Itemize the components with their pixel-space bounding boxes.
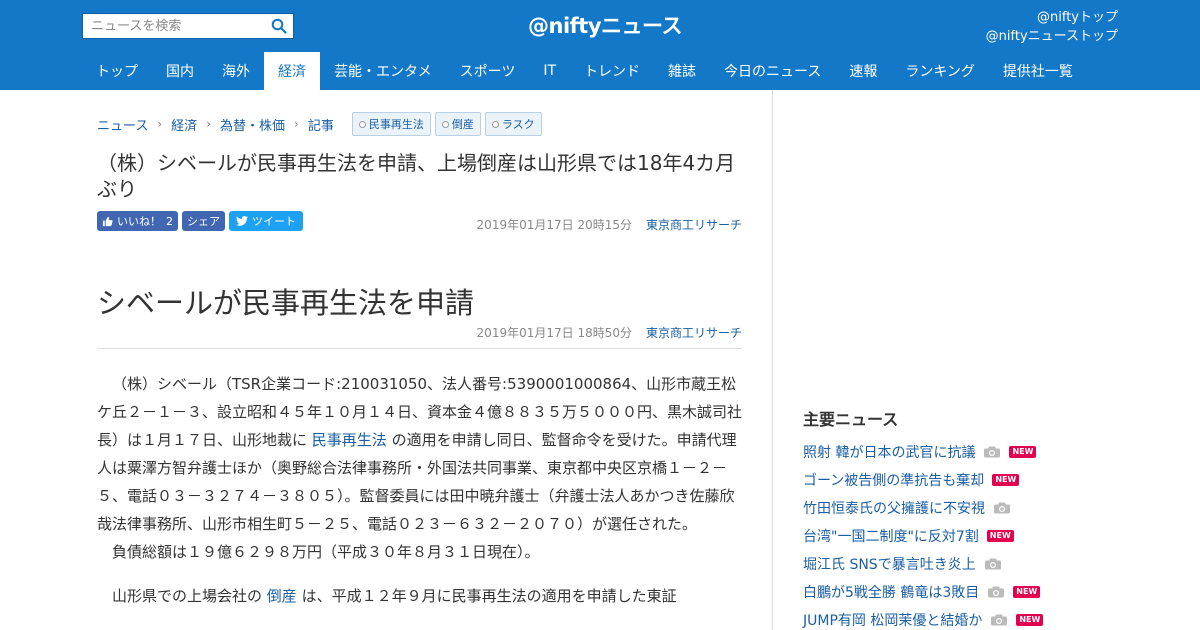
breadcrumb-article[interactable]: 記事	[308, 115, 334, 134]
nav-item-breaking[interactable]: 速報	[835, 52, 891, 90]
news-link[interactable]: 堀江氏 SNSで暴言吐き炎上	[803, 554, 976, 574]
list-item: 台湾"一国二制度"に反対7割 NEW	[803, 522, 1123, 550]
tag-list: 民事再生法 倒産 ラスク	[351, 112, 546, 136]
paragraph-2: 負債総額は１９億６２９８万円（平成３０年８月３１日現在）。	[112, 543, 540, 561]
tag-dot-icon	[441, 120, 449, 128]
news-link[interactable]: 台湾"一国二制度"に反対7割	[803, 526, 979, 546]
new-badge: NEW	[1009, 446, 1037, 458]
camera-icon	[987, 586, 1005, 598]
tag-dot-icon	[358, 120, 366, 128]
publish-date: 2019年01月17日 20時15分	[476, 218, 632, 232]
list-item: ゴーン被告側の準抗告も棄却 NEW	[803, 466, 1123, 494]
sidebar-title: 主要ニュース	[803, 410, 899, 429]
thumbs-up-icon	[102, 216, 113, 226]
civil-rehabilitation-link[interactable]: 民事再生法	[312, 431, 387, 449]
nav-item-entertainment[interactable]: 芸能・エンタメ	[320, 52, 446, 90]
breadcrumb: ニュース › 経済 › 為替・株価 › 記事 民事再生法 倒産 ラスク	[97, 112, 546, 136]
search-box	[82, 13, 294, 39]
breadcrumb-economy[interactable]: 経済	[171, 115, 197, 134]
nav-item-providers[interactable]: 提供社一覧	[989, 52, 1087, 90]
tag-civil-rehabilitation[interactable]: 民事再生法	[351, 112, 431, 136]
camera-icon	[990, 614, 1008, 626]
search-input[interactable]	[83, 15, 263, 37]
breadcrumb-forex[interactable]: 為替・株価	[220, 115, 285, 134]
site-header: @niftyニュース @niftyトップ @niftyニューストップ トップ 国…	[0, 0, 1200, 90]
source-link[interactable]: 東京商工リサーチ	[646, 218, 742, 232]
horizontal-divider	[97, 348, 742, 349]
camera-icon	[983, 446, 1001, 458]
nifty-news-top-link[interactable]: @niftyニューストップ	[986, 27, 1118, 46]
new-badge: NEW	[986, 530, 1014, 542]
list-item: JUMP有岡 松岡茉優と結婚か NEW	[803, 606, 1123, 630]
list-item: 堀江氏 SNSで暴言吐き炎上	[803, 550, 1123, 578]
site-logo[interactable]: @niftyニュース	[528, 10, 682, 42]
nav-item-overseas[interactable]: 海外	[208, 52, 264, 90]
list-item: 竹田恒泰氏の父擁護に不安視	[803, 494, 1123, 522]
article-meta: 2019年01月17日 20時15分 東京商工リサーチ	[477, 216, 742, 233]
new-badge: NEW	[1013, 586, 1041, 598]
nav-item-magazine[interactable]: 雑誌	[654, 52, 710, 90]
article-subtitle: シベールが民事再生法を申請	[97, 286, 475, 320]
subarticle-source-link[interactable]: 東京商工リサーチ	[646, 326, 742, 340]
news-link[interactable]: JUMP有岡 松岡茉優と結婚か	[803, 610, 982, 630]
news-link[interactable]: 白鵬が5戦全勝 鶴竜は3敗目	[803, 582, 979, 602]
subarticle-meta: 2019年01月17日 18時50分 東京商工リサーチ	[477, 324, 742, 341]
list-item: 白鵬が5戦全勝 鶴竜は3敗目 NEW	[803, 578, 1123, 606]
news-link[interactable]: 竹田恒泰氏の父擁護に不安視	[803, 498, 985, 518]
tag-rusk[interactable]: ラスク	[484, 112, 542, 136]
tag-bankruptcy[interactable]: 倒産	[434, 112, 481, 136]
nav-item-it[interactable]: IT	[529, 52, 570, 90]
nav-item-domestic[interactable]: 国内	[152, 52, 208, 90]
paragraph-3: 山形県での上場会社の 倒産 は、平成１２年９月に民事再生法の適用を申請した東証	[112, 587, 677, 605]
top-links: @niftyトップ @niftyニューストップ	[986, 8, 1118, 46]
breadcrumb-news[interactable]: ニュース	[97, 115, 148, 134]
nav-item-economy[interactable]: 経済	[264, 52, 320, 90]
nav-item-ranking[interactable]: ランキング	[891, 52, 989, 90]
nav-item-today[interactable]: 今日のニュース	[710, 52, 835, 90]
camera-icon	[993, 502, 1011, 514]
nifty-top-link[interactable]: @niftyトップ	[986, 8, 1118, 27]
chevron-right-icon: ›	[294, 117, 299, 131]
nav-item-trend[interactable]: トレンド	[570, 52, 654, 90]
share-button[interactable]: シェア	[182, 211, 225, 231]
new-badge: NEW	[992, 474, 1020, 486]
like-button[interactable]: いいね！ 2	[97, 211, 178, 231]
article-body: （株）シベール（TSR企業コード:210031050、法人番号:53900010…	[97, 370, 742, 610]
nav-item-top[interactable]: トップ	[82, 52, 152, 90]
news-link[interactable]: 照射 韓が日本の武官に抗議	[803, 442, 975, 462]
bankruptcy-link[interactable]: 倒産	[267, 587, 297, 605]
social-buttons: いいね！ 2 シェア ツイート	[97, 211, 303, 231]
tweet-button[interactable]: ツイート	[229, 211, 303, 231]
twitter-bird-icon	[236, 216, 248, 226]
column-divider	[772, 90, 773, 630]
sidebar-main-news: 主要ニュース 照射 韓が日本の武官に抗議 NEW ゴーン被告側の準抗告も棄却 NEW 竹…	[803, 406, 1123, 630]
news-list: 照射 韓が日本の武官に抗議 NEW ゴーン被告側の準抗告も棄却 NEW 竹田恒泰氏の父擁…	[803, 438, 1123, 630]
camera-icon	[984, 558, 1002, 570]
article-title: （株）シベールが民事再生法を申請、上場倒産は山形県では18年4カ月ぶり	[97, 151, 736, 201]
chevron-right-icon: ›	[157, 117, 163, 131]
search-icon[interactable]	[271, 18, 287, 34]
news-link[interactable]: ゴーン被告側の準抗告も棄却	[803, 470, 984, 490]
paragraph-1: （株）シベール（TSR企業コード:210031050、法人番号:53900010…	[97, 375, 743, 533]
new-badge: NEW	[1016, 614, 1044, 626]
subarticle-date: 2019年01月17日 18時50分	[476, 326, 632, 340]
tag-dot-icon	[491, 120, 499, 128]
list-item: 照射 韓が日本の武官に抗議 NEW	[803, 438, 1123, 466]
main-nav: トップ 国内 海外 経済 芸能・エンタメ スポーツ IT トレンド 雑誌 今日の…	[82, 52, 1087, 90]
chevron-right-icon: ›	[206, 117, 211, 131]
nav-item-sports[interactable]: スポーツ	[446, 52, 530, 90]
like-count: 2	[166, 214, 173, 228]
